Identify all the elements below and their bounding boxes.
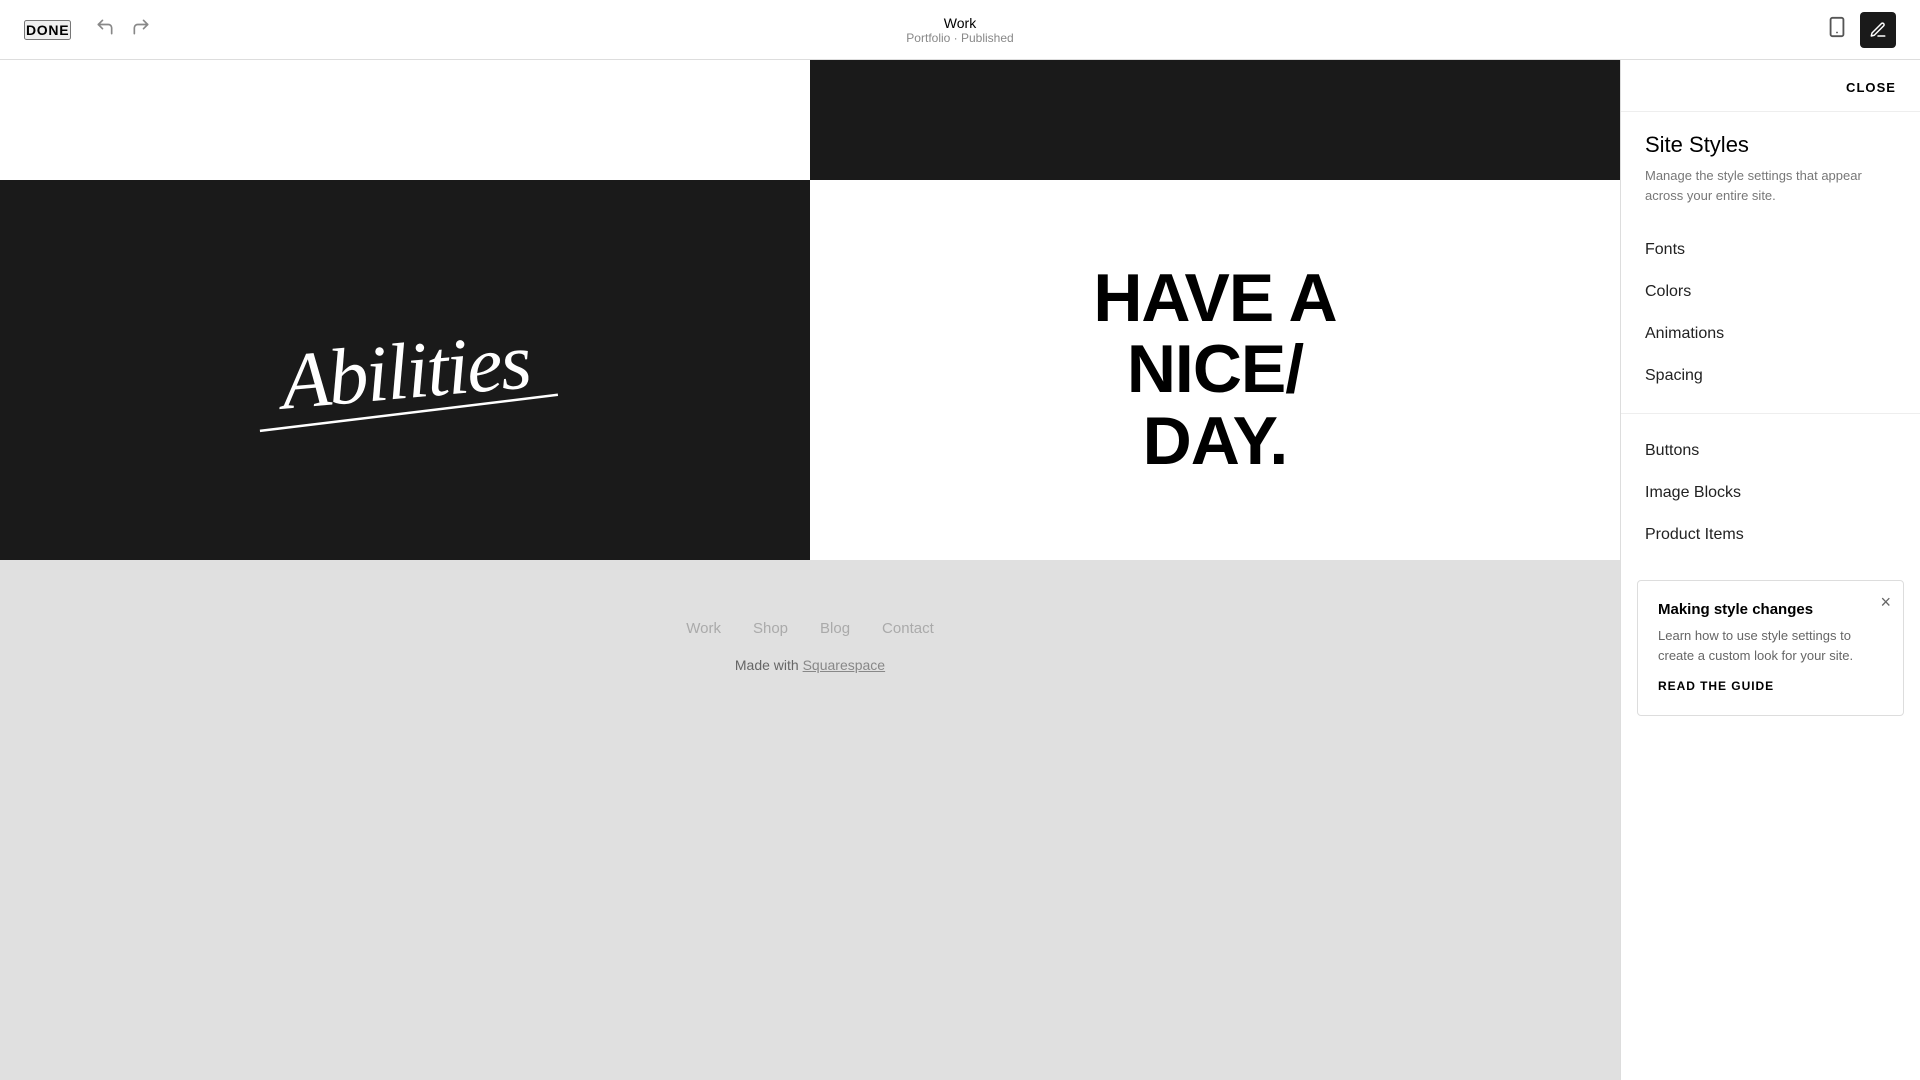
topbar: DONE Work Portfolio · Published bbox=[0, 0, 1920, 60]
panel-section-components: Buttons Image Blocks Product Items bbox=[1621, 422, 1920, 564]
havenice-text: HAVE A NICE/ DAY. bbox=[1093, 263, 1336, 477]
tooltip-close-button[interactable]: × bbox=[1880, 593, 1891, 611]
panel-item-fonts[interactable]: Fonts bbox=[1645, 229, 1896, 271]
undo-redo-group bbox=[91, 13, 155, 46]
footer-nav-blog[interactable]: Blog bbox=[820, 620, 850, 637]
footer-nav-contact[interactable]: Contact bbox=[882, 620, 934, 637]
panel-divider bbox=[1621, 413, 1920, 414]
footer-made-with: Made with Squarespace bbox=[20, 657, 1600, 673]
panel-item-product-items[interactable]: Product Items bbox=[1645, 514, 1896, 556]
panel-title: Site Styles bbox=[1645, 132, 1896, 158]
main-layout: Abilities HAVE A NICE/ DAY. Work Shop Bl… bbox=[0, 60, 1920, 1080]
style-editor-icon[interactable] bbox=[1860, 12, 1896, 48]
footer-nav: Work Shop Blog Contact bbox=[20, 620, 1600, 637]
canvas-area[interactable]: Abilities HAVE A NICE/ DAY. Work Shop Bl… bbox=[0, 60, 1620, 1080]
done-button[interactable]: DONE bbox=[24, 20, 71, 40]
undo-button[interactable] bbox=[91, 13, 119, 46]
footer-area: Work Shop Blog Contact Made with Squares… bbox=[0, 560, 1620, 713]
page-subtitle: Portfolio · Published bbox=[906, 31, 1013, 45]
panel-description: Manage the style settings that appear ac… bbox=[1645, 166, 1896, 205]
top-right-cell bbox=[810, 60, 1620, 180]
topbar-center: Work Portfolio · Published bbox=[906, 15, 1013, 45]
tooltip-card: × Making style changes Learn how to use … bbox=[1637, 580, 1904, 716]
havenice-cell: HAVE A NICE/ DAY. bbox=[810, 180, 1620, 560]
panel-item-animations[interactable]: Animations bbox=[1645, 313, 1896, 355]
close-button[interactable]: CLOSE bbox=[1846, 80, 1896, 95]
portfolio-main-row: Abilities HAVE A NICE/ DAY. bbox=[0, 180, 1620, 560]
squarespace-link[interactable]: Squarespace bbox=[803, 657, 886, 673]
topbar-right bbox=[1826, 12, 1896, 48]
top-left-cell bbox=[0, 60, 810, 180]
abilities-cell: Abilities bbox=[0, 180, 810, 560]
panel-close-area: CLOSE bbox=[1621, 60, 1920, 112]
portfolio-top-row bbox=[0, 60, 1620, 180]
page-title: Work bbox=[906, 15, 1013, 31]
tooltip-description: Learn how to use style settings to creat… bbox=[1658, 626, 1883, 665]
panel-item-colors[interactable]: Colors bbox=[1645, 271, 1896, 313]
redo-button[interactable] bbox=[127, 13, 155, 46]
topbar-left: DONE bbox=[24, 13, 155, 46]
panel-section-typography: Fonts Colors Animations Spacing bbox=[1621, 221, 1920, 405]
side-panel: CLOSE Site Styles Manage the style setti… bbox=[1620, 60, 1920, 1080]
panel-header: Site Styles Manage the style settings th… bbox=[1621, 112, 1920, 221]
panel-item-buttons[interactable]: Buttons bbox=[1645, 430, 1896, 472]
panel-item-spacing[interactable]: Spacing bbox=[1645, 355, 1896, 397]
panel-item-image-blocks[interactable]: Image Blocks bbox=[1645, 472, 1896, 514]
footer-nav-work[interactable]: Work bbox=[686, 620, 721, 637]
tooltip-title: Making style changes bbox=[1658, 601, 1883, 618]
footer-nav-shop[interactable]: Shop bbox=[753, 620, 788, 637]
mobile-preview-icon[interactable] bbox=[1826, 16, 1848, 44]
abilities-svg: Abilities bbox=[195, 288, 615, 448]
svg-text:Abilities: Abilities bbox=[273, 317, 533, 427]
read-guide-link[interactable]: READ THE GUIDE bbox=[1658, 679, 1774, 693]
